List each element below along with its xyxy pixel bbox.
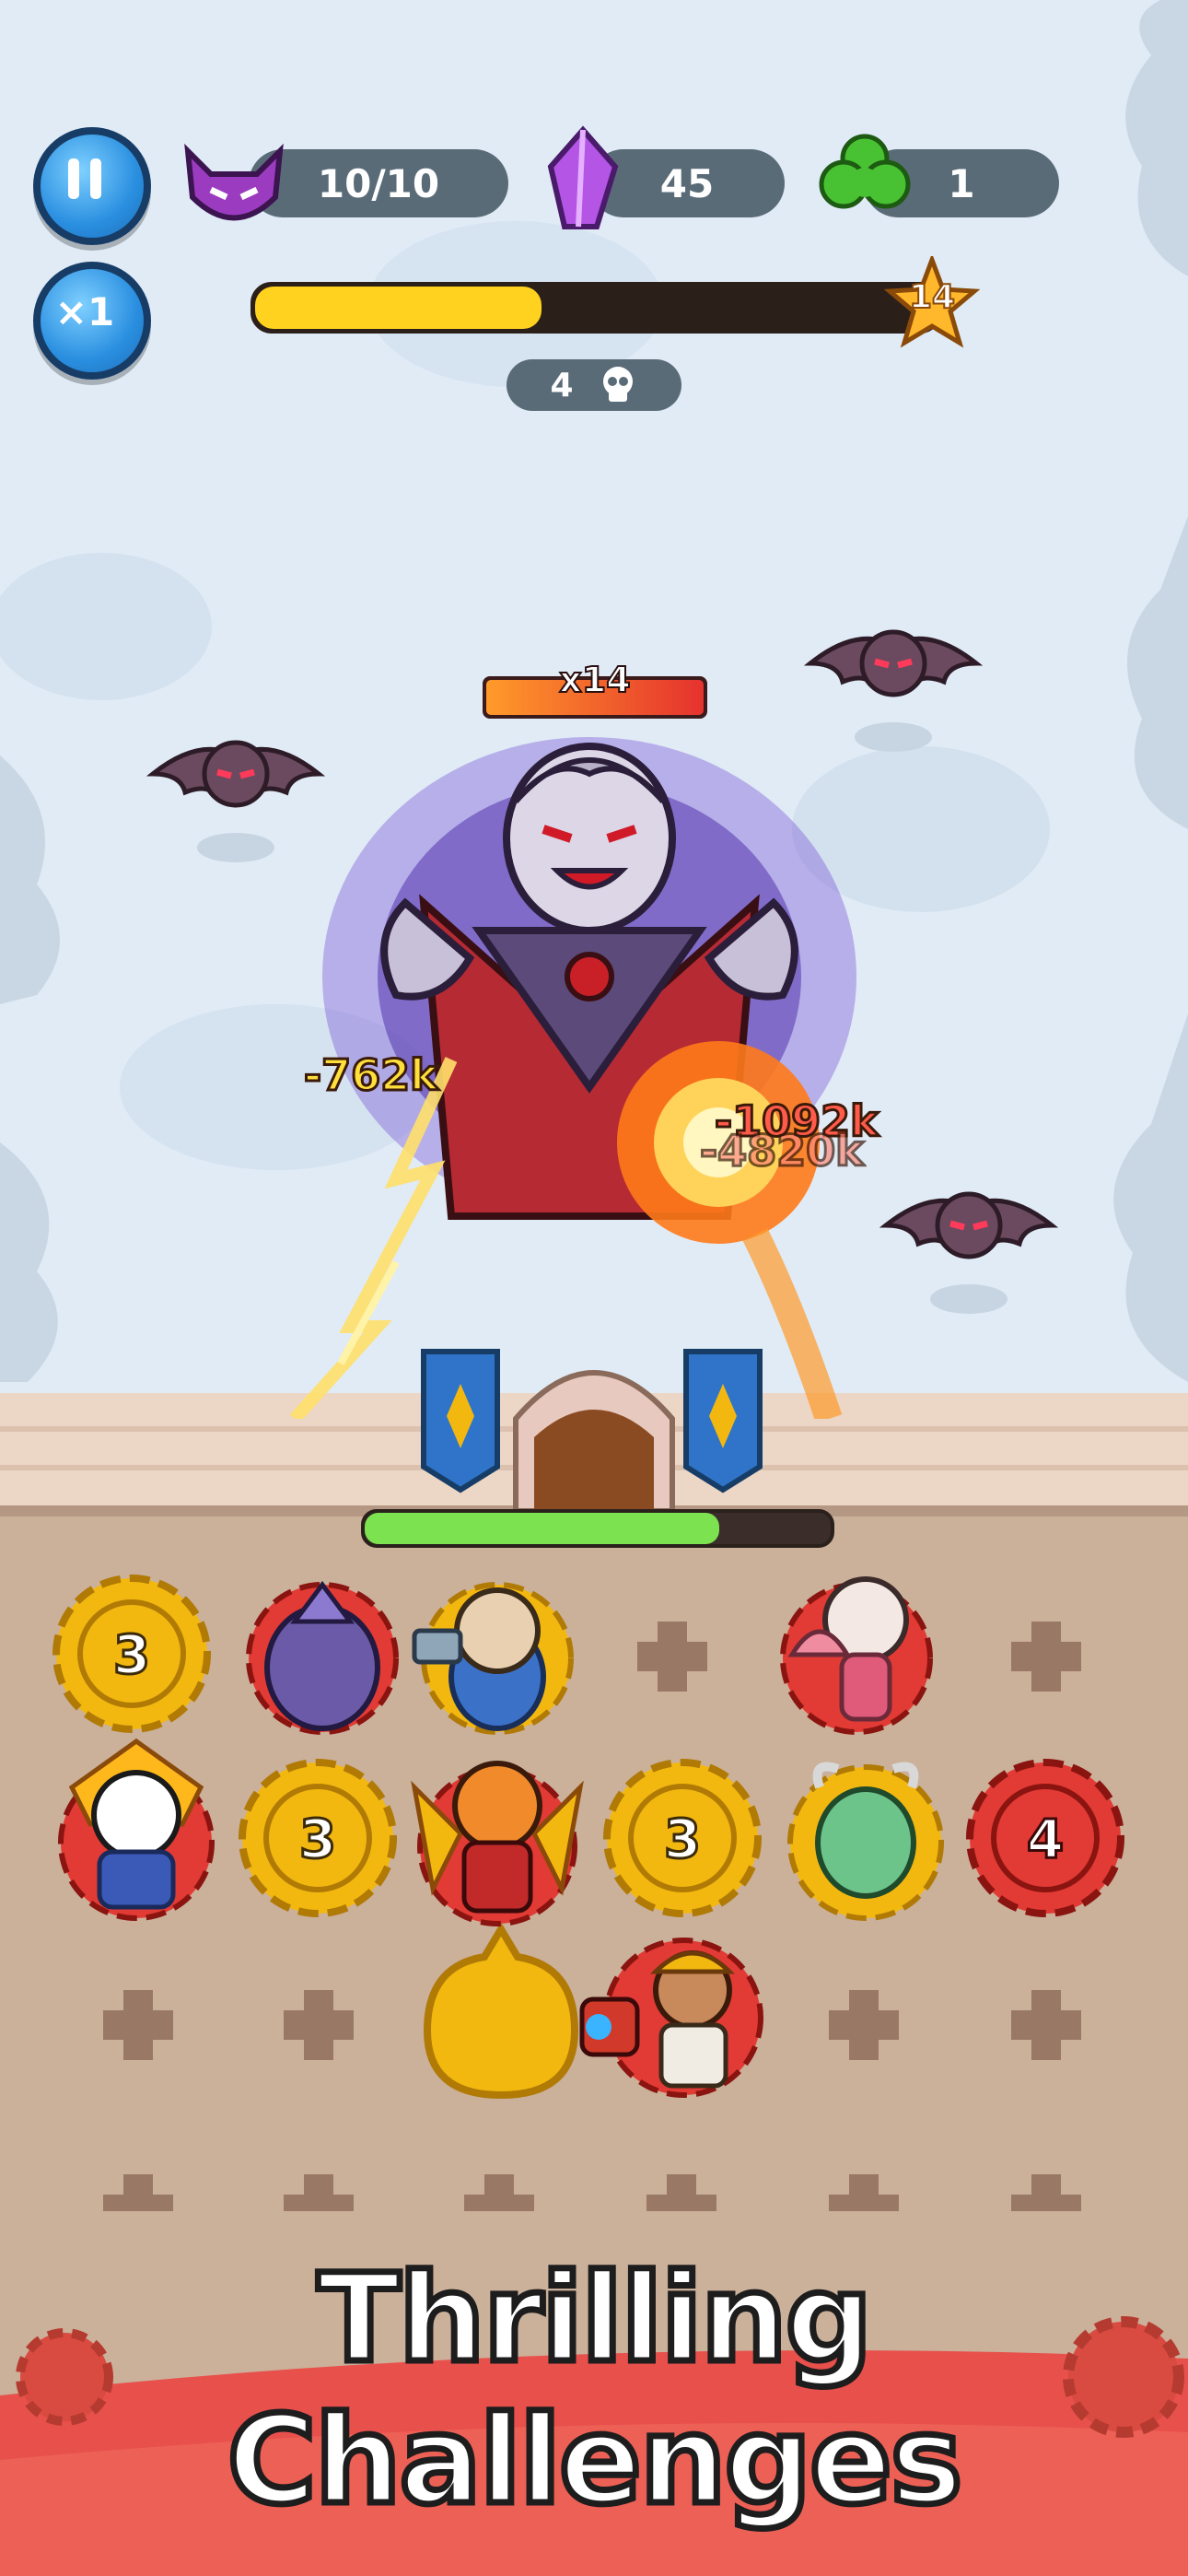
gear-tile[interactable]: 3 [44, 1566, 219, 1741]
kill-count: 4 [550, 366, 574, 404]
gear-level: 4 [1027, 1808, 1064, 1870]
castle-health-bar [361, 1509, 834, 1548]
hero-fox-fan[interactable] [764, 1553, 949, 1738]
wave-progress-fill [255, 287, 542, 329]
gear-tile[interactable]: 3 [595, 1751, 770, 1926]
gear-level: 3 [299, 1808, 336, 1870]
bat-enemy [879, 1191, 1059, 1314]
hero-panda-fighter[interactable] [44, 1732, 228, 1926]
demon-icon [184, 143, 284, 221]
gear-tile[interactable]: 3 [230, 1751, 405, 1926]
hero-thunder-mouse[interactable] [405, 1557, 589, 1741]
kill-counter: 4 [507, 359, 681, 411]
damage-number: -762k [303, 1049, 440, 1102]
gear-level: 3 [664, 1808, 701, 1870]
speed-label: ×1 [54, 289, 115, 334]
wave-level: 14 [908, 277, 956, 317]
hero-tiger-warrior[interactable] [396, 1732, 599, 1935]
boss-multiplier: x14 [558, 659, 631, 701]
pause-button[interactable] [33, 127, 151, 245]
clover-counter-value: 1 [948, 160, 975, 206]
crystal-counter-value: 45 [659, 160, 715, 206]
game-stage: ×1 10/10 45 1 14 4 x14 -762k -1092k -482… [0, 0, 1188, 2576]
hero-miner-gauntlet[interactable] [573, 1916, 785, 2110]
gear-tile[interactable]: 4 [958, 1751, 1133, 1926]
hero-purple-dragon[interactable] [239, 1557, 405, 1741]
wave-progress-bar [250, 282, 941, 334]
demon-counter-value: 10/10 [317, 160, 440, 206]
hero-green-spirit[interactable] [774, 1741, 958, 1926]
damage-number: -4820k [699, 1125, 866, 1177]
banner-title: Thrilling Challenges [224, 2245, 966, 2535]
clover-icon [819, 134, 911, 209]
crystal-icon [547, 125, 619, 229]
empty-gold-slot[interactable] [418, 1920, 584, 2104]
gear-level: 3 [113, 1623, 150, 1686]
castle-health-fill [365, 1513, 719, 1544]
pause-icon [68, 158, 101, 199]
speed-button[interactable]: ×1 [33, 262, 151, 380]
skull-icon [602, 367, 633, 402]
